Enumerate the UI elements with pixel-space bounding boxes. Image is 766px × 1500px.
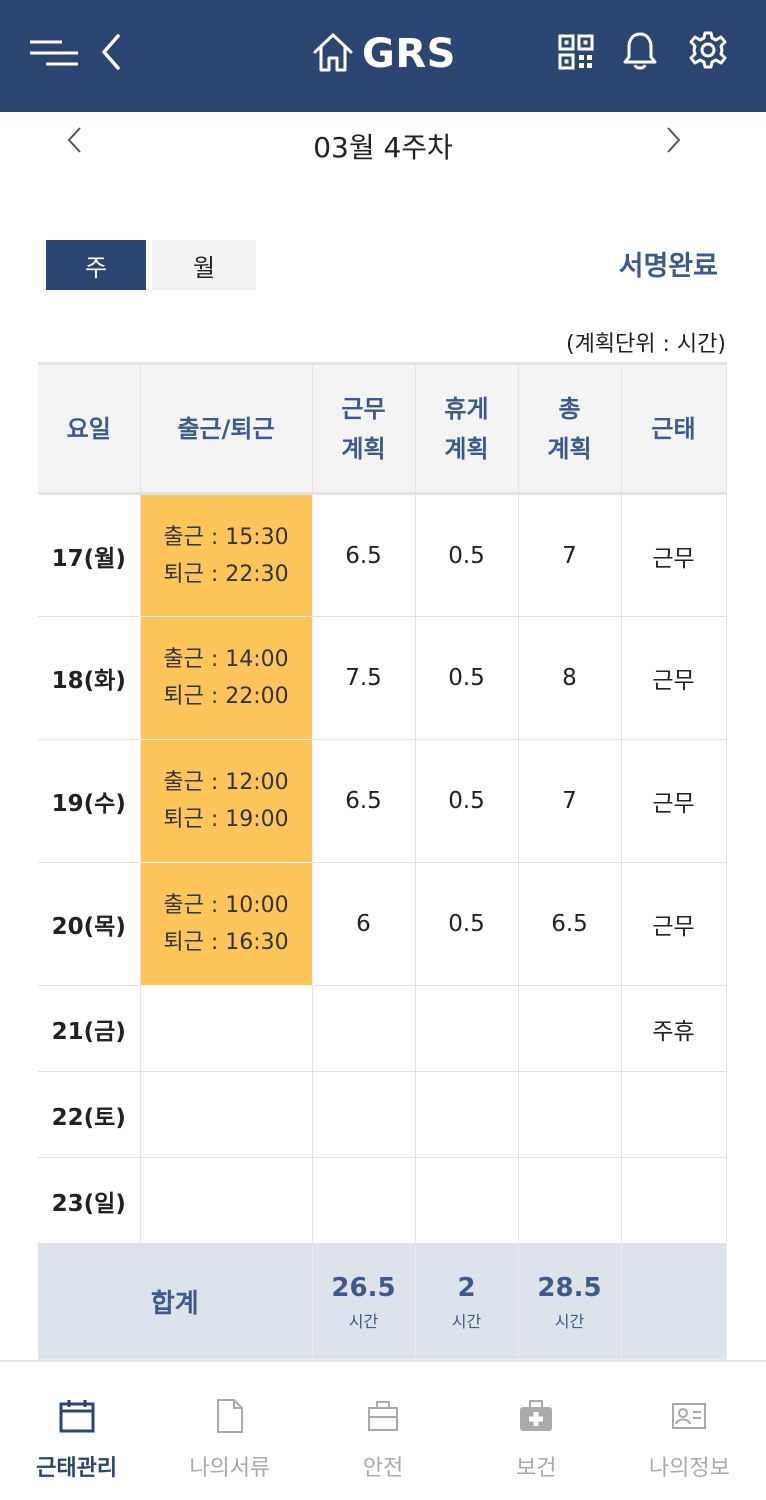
bottom-nav: 근태관리 나의서류 안전 보건 나의정보 [0,1360,766,1500]
status-cell: 근무 [620,616,727,740]
table-row[interactable]: 22(토) [38,1071,727,1158]
rest-plan-cell: 0.5 [414,616,519,740]
total-plan-cell: 7 [517,493,622,617]
work-plan-cell: 7.5 [311,616,416,740]
work-plan-cell: 6.5 [311,739,416,863]
time-cell [139,1157,313,1244]
calendar-icon [57,1396,97,1436]
week-navigator: 03월 4주차 [0,112,766,172]
sign-status-label: 서명완료 [618,251,718,282]
medical-kit-icon [516,1396,556,1436]
header-work-plan: 근무 계획 [311,362,416,495]
nav-label: 근태관리 [36,1456,118,1481]
table-row[interactable]: 17(월) 출근 : 15:30 퇴근 : 22:30 6.5 0.5 7 근무 [38,493,727,617]
schedule-table: 요일 출근/퇴근 근무 계획 휴게 계획 총 계획 근태 17(월) 출근 : 15:… [38,362,727,1360]
day-cell: 21(금) [38,985,141,1072]
week-title: 03월 4주차 [313,131,453,164]
total-plan-cell: 6.5 [517,862,622,986]
total-work-cell: 26.5 시간 [311,1243,416,1360]
rest-plan-cell [414,1157,519,1244]
rest-plan-cell [414,1071,519,1158]
work-plan-cell [311,985,416,1072]
day-cell: 19(수) [38,739,141,863]
nav-health[interactable]: 보건 [460,1362,613,1500]
table-row[interactable]: 23(일) [38,1157,727,1244]
table-row[interactable]: 20(목) 출근 : 10:00 퇴근 : 16:30 6 0.5 6.5 근무 [38,862,727,986]
bell-icon[interactable] [620,28,660,74]
day-cell: 22(토) [38,1071,141,1158]
total-plan-cell [517,1157,622,1244]
header-status: 근태 [620,362,727,495]
total-plan-cell [517,985,622,1072]
table-row[interactable]: 18(화) 출근 : 14:00 퇴근 : 22:00 7.5 0.5 8 근무 [38,616,727,740]
day-cell: 23(일) [38,1157,141,1244]
document-icon [210,1396,250,1436]
work-plan-cell [311,1071,416,1158]
nav-label: 보건 [515,1456,557,1481]
gear-icon[interactable] [686,28,730,72]
back-icon[interactable] [96,30,128,74]
time-cell: 출근 : 10:00 퇴근 : 16:30 [139,862,313,986]
nav-label: 나의서류 [189,1456,271,1481]
status-cell: 근무 [620,862,727,986]
time-cell: 출근 : 12:00 퇴근 : 19:00 [139,739,313,863]
total-rest-cell: 2 시간 [414,1243,519,1360]
nav-label: 나의정보 [648,1456,730,1481]
header-day: 요일 [38,362,141,495]
nav-attendance[interactable]: 근태관리 [0,1362,153,1500]
time-cell: 출근 : 15:30 퇴근 : 22:30 [139,493,313,617]
nav-safety[interactable]: 안전 [306,1362,459,1500]
nav-my-info[interactable]: 나의정보 [613,1362,766,1500]
header-inout: 출근/퇴근 [139,362,313,495]
rest-plan-cell: 0.5 [414,493,519,617]
home-brand[interactable]: GRS [312,26,456,82]
header-rest-plan: 휴게 계획 [414,362,519,495]
table-row[interactable]: 19(수) 출근 : 12:00 퇴근 : 19:00 6.5 0.5 7 근무 [38,739,727,863]
id-card-icon [669,1396,709,1436]
period-toggle: 주 월 [46,240,256,290]
total-total-cell: 28.5 시간 [517,1243,622,1360]
rest-plan-cell: 0.5 [414,862,519,986]
next-week-chevron-icon[interactable] [658,122,688,158]
total-status-cell [620,1243,727,1360]
nav-label: 안전 [362,1456,404,1481]
week-tab[interactable]: 주 [46,240,146,290]
home-icon [312,30,354,78]
totals-row: 합계 26.5 시간 2 시간 28.5 시간 [38,1243,727,1360]
total-plan-cell [517,1071,622,1158]
status-cell: 주휴 [620,985,727,1072]
day-cell: 20(목) [38,862,141,986]
status-cell: 근무 [620,739,727,863]
totals-label: 합계 [38,1243,313,1360]
time-cell: 출근 : 14:00 퇴근 : 22:00 [139,616,313,740]
status-cell [620,1157,727,1244]
prev-week-chevron-icon[interactable] [60,122,90,158]
time-cell [139,1071,313,1158]
qr-code-icon[interactable] [556,32,596,72]
app-header: GRS [0,0,766,112]
unit-note: (계획단위 : 시간) [565,332,726,357]
menu-icon[interactable] [28,34,80,72]
rest-plan-cell: 0.5 [414,739,519,863]
work-plan-cell: 6.5 [311,493,416,617]
nav-documents[interactable]: 나의서류 [153,1362,306,1500]
rest-plan-cell [414,985,519,1072]
work-plan-cell [311,1157,416,1244]
status-cell [620,1071,727,1158]
table-header-row: 요일 출근/퇴근 근무 계획 휴게 계획 총 계획 근태 [38,362,727,495]
brand-title: GRS [362,31,456,77]
header-total-plan: 총 계획 [517,362,622,495]
month-tab[interactable]: 월 [152,240,256,290]
day-cell: 18(화) [38,616,141,740]
total-plan-cell: 7 [517,739,622,863]
total-plan-cell: 8 [517,616,622,740]
briefcase-icon [363,1396,403,1436]
status-cell: 근무 [620,493,727,617]
table-row[interactable]: 21(금) 주휴 [38,985,727,1072]
work-plan-cell: 6 [311,862,416,986]
day-cell: 17(월) [38,493,141,617]
time-cell [139,985,313,1072]
